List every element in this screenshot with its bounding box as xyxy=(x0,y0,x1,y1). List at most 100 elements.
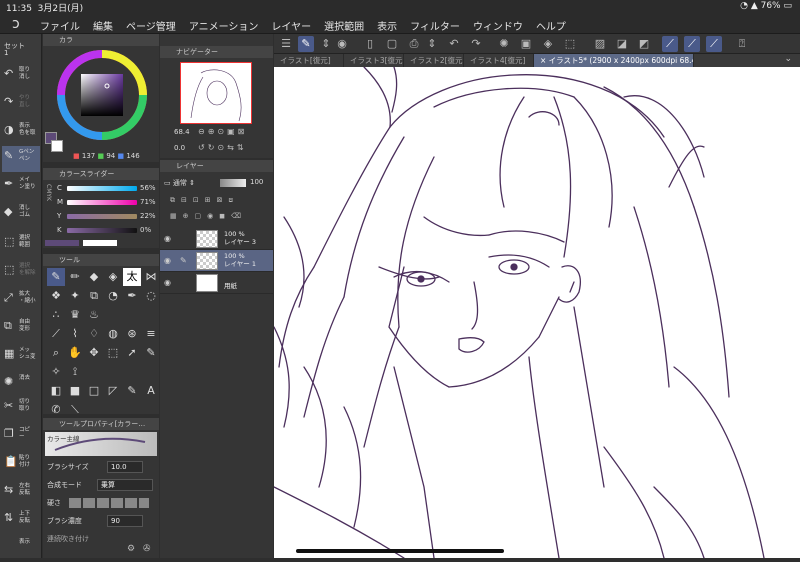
text-icon[interactable]: A xyxy=(142,382,160,400)
smudge-icon[interactable]: ⌇ xyxy=(66,325,84,343)
loading-icon[interactable]: ✺ xyxy=(496,36,512,52)
blend-mode-select[interactable]: 乗算 xyxy=(97,479,153,491)
lasso-icon[interactable]: ◔ xyxy=(104,287,122,305)
tab-3[interactable]: イラスト2[復元] xyxy=(404,54,464,67)
visibility-eye-icon[interactable]: ◉ xyxy=(164,256,171,265)
tab-4[interactable]: イラスト4[復元] xyxy=(464,54,534,67)
transform-icon[interactable]: ⬚ xyxy=(562,36,578,52)
command-button-18[interactable]: 表示 xyxy=(2,536,40,562)
c-slider[interactable] xyxy=(67,186,137,191)
command-button-4[interactable]: ✎ Gペン ペン xyxy=(2,146,40,172)
visibility-eye-icon[interactable]: ◉ xyxy=(164,234,171,243)
rotate-controls[interactable]: ↺↻⊙⇆⇅ xyxy=(198,143,247,152)
command-button-16[interactable]: ⇆ 左右 反転 xyxy=(2,480,40,506)
command-button-10[interactable]: ⧉ 自由 変形 xyxy=(2,316,40,342)
help-icon[interactable]: ⍰ xyxy=(734,36,750,52)
menu-item-7[interactable]: フィルター xyxy=(410,18,460,33)
continuous-spray-row[interactable]: 連続吹き付け xyxy=(47,532,155,546)
tab-2[interactable]: イラスト3[復元] xyxy=(344,54,404,67)
frame-icon[interactable]: □ xyxy=(85,382,103,400)
sub-color-swatch[interactable] xyxy=(51,140,63,152)
save-options-icon[interactable]: ⇕ xyxy=(424,36,440,52)
menu-item-6[interactable]: 表示 xyxy=(377,18,397,33)
app-logo-icon[interactable]: ↄ xyxy=(12,16,20,32)
layer-row[interactable]: ◉ 用紙 xyxy=(160,272,273,294)
command-button-11[interactable]: ▦ メッ シュ変 xyxy=(2,344,40,370)
fill-bucket-icon[interactable]: ◈ xyxy=(104,268,122,286)
y-slider[interactable] xyxy=(67,214,137,219)
layer-blend-select[interactable]: ▭ 通常 ⇕ xyxy=(164,178,195,188)
menu-item-2[interactable]: ページ管理 xyxy=(126,18,176,33)
airbrush-icon[interactable]: ◌ xyxy=(142,287,160,305)
layer-row[interactable]: ◉ 100 % レイヤー 3 xyxy=(160,228,273,250)
wrench-icon[interactable]: ✇ xyxy=(143,544,151,554)
sparkle-icon[interactable]: ❖ xyxy=(47,287,65,305)
shape-icon[interactable]: ◩ xyxy=(636,36,652,52)
brush-size-input[interactable]: 10.0 xyxy=(107,461,143,473)
pencil-icon[interactable]: ✏ xyxy=(66,268,84,286)
menu-item-4[interactable]: レイヤー xyxy=(271,18,311,33)
lines-icon[interactable]: ≡ xyxy=(142,325,160,343)
tab-1[interactable]: イラスト[復元] xyxy=(274,54,344,67)
eraser-icon[interactable]: ◆ xyxy=(85,268,103,286)
fill-icon[interactable]: ◈ xyxy=(540,36,556,52)
brush-c-icon[interactable]: ⟋ xyxy=(706,36,722,52)
command-button-2[interactable]: ↷ やり 直し xyxy=(2,92,40,118)
command-button-9[interactable]: ⤢ 拡大 ・縮小 xyxy=(2,288,40,314)
brush-a-icon[interactable]: ⟋ xyxy=(662,36,678,52)
command-button-0[interactable]: セット1 xyxy=(2,40,40,66)
pen-d-icon[interactable]: ✎ xyxy=(123,382,141,400)
menu-item-9[interactable]: ヘルプ xyxy=(536,18,566,33)
brush-b-icon[interactable]: ⟋ xyxy=(684,36,700,52)
command-button-8[interactable]: ⬚ 選択 を解除 xyxy=(2,260,40,286)
brush-density-input[interactable]: 90 xyxy=(107,515,143,527)
palette-icon[interactable]: ⊛ xyxy=(123,325,141,343)
select-none-icon[interactable]: ▨ xyxy=(592,36,608,52)
clear-icon[interactable]: ▣ xyxy=(518,36,534,52)
command-button-3[interactable]: ◑ 表示 色を取 xyxy=(2,120,40,146)
command-button-12[interactable]: ✺ 消去 xyxy=(2,372,40,398)
dots-icon[interactable]: ∴ xyxy=(47,306,65,324)
command-button-15[interactable]: 📋 貼り 付け xyxy=(2,452,40,478)
menu-item-3[interactable]: アニメーション xyxy=(189,18,259,33)
command-button-5[interactable]: ✒ メイ ン塗り xyxy=(2,174,40,200)
menu-item-5[interactable]: 選択範囲 xyxy=(324,18,364,33)
tab-menu-icon[interactable]: ⌄ xyxy=(784,54,792,64)
zoom-icon[interactable]: ⌕ xyxy=(47,344,65,362)
eyedropper-icon[interactable]: ⟟ xyxy=(66,363,84,381)
sparkle-b-icon[interactable]: ✦ xyxy=(66,287,84,305)
chevrons-icon[interactable]: ⇕ xyxy=(318,36,334,52)
undo-icon[interactable]: ↶ xyxy=(446,36,462,52)
layer-tools-row-2[interactable]: ▦⊕▢◉◼⌫ xyxy=(170,212,247,220)
flame-icon[interactable]: ♨ xyxy=(85,306,103,324)
gradient-icon[interactable]: ◧ xyxy=(47,382,65,400)
object-icon[interactable]: ➚ xyxy=(123,344,141,362)
layer-tools-row-1[interactable]: ⧉⊟⊡⊞⊠⧈ xyxy=(170,196,239,205)
visibility-eye-icon[interactable]: ◉ xyxy=(164,278,171,287)
balloon-icon[interactable]: ✆ xyxy=(47,401,65,419)
drawing-canvas[interactable] xyxy=(274,67,800,558)
open-icon[interactable]: ▢ xyxy=(384,36,400,52)
redo-icon[interactable]: ↷ xyxy=(468,36,484,52)
invert-icon[interactable]: ◪ xyxy=(614,36,630,52)
color-wheel[interactable] xyxy=(57,50,147,140)
pen-icon[interactable]: ✎ xyxy=(47,268,65,286)
select-icon[interactable]: ⬚ xyxy=(104,344,122,362)
zoom-controls[interactable]: ⊖⊕⊙▣⊠ xyxy=(198,127,247,136)
m-slider[interactable] xyxy=(67,200,137,205)
navigator-preview[interactable] xyxy=(180,62,252,124)
menu-item-8[interactable]: ウィンドウ xyxy=(473,18,523,33)
pen-c-icon[interactable]: ✎ xyxy=(142,344,160,362)
ruler-icon[interactable]: ◸ xyxy=(104,382,122,400)
stamp-icon[interactable]: ⧉ xyxy=(85,287,103,305)
line-icon[interactable]: ⟍ xyxy=(66,401,84,419)
text-tool-icon[interactable]: 太 xyxy=(123,268,141,286)
magic-wand-icon[interactable]: ✧ xyxy=(47,363,65,381)
command-button-7[interactable]: ⬚ 選択 範囲 xyxy=(2,232,40,258)
drop-icon[interactable]: ◍ xyxy=(104,325,122,343)
save-icon[interactable]: ⎙ xyxy=(406,36,422,52)
layer-opacity-slider[interactable] xyxy=(220,179,246,187)
pen-tool-icon[interactable]: ✎ xyxy=(298,36,314,52)
menu-item-1[interactable]: 編集 xyxy=(93,18,113,33)
eye-icon[interactable]: ◉ xyxy=(334,36,350,52)
